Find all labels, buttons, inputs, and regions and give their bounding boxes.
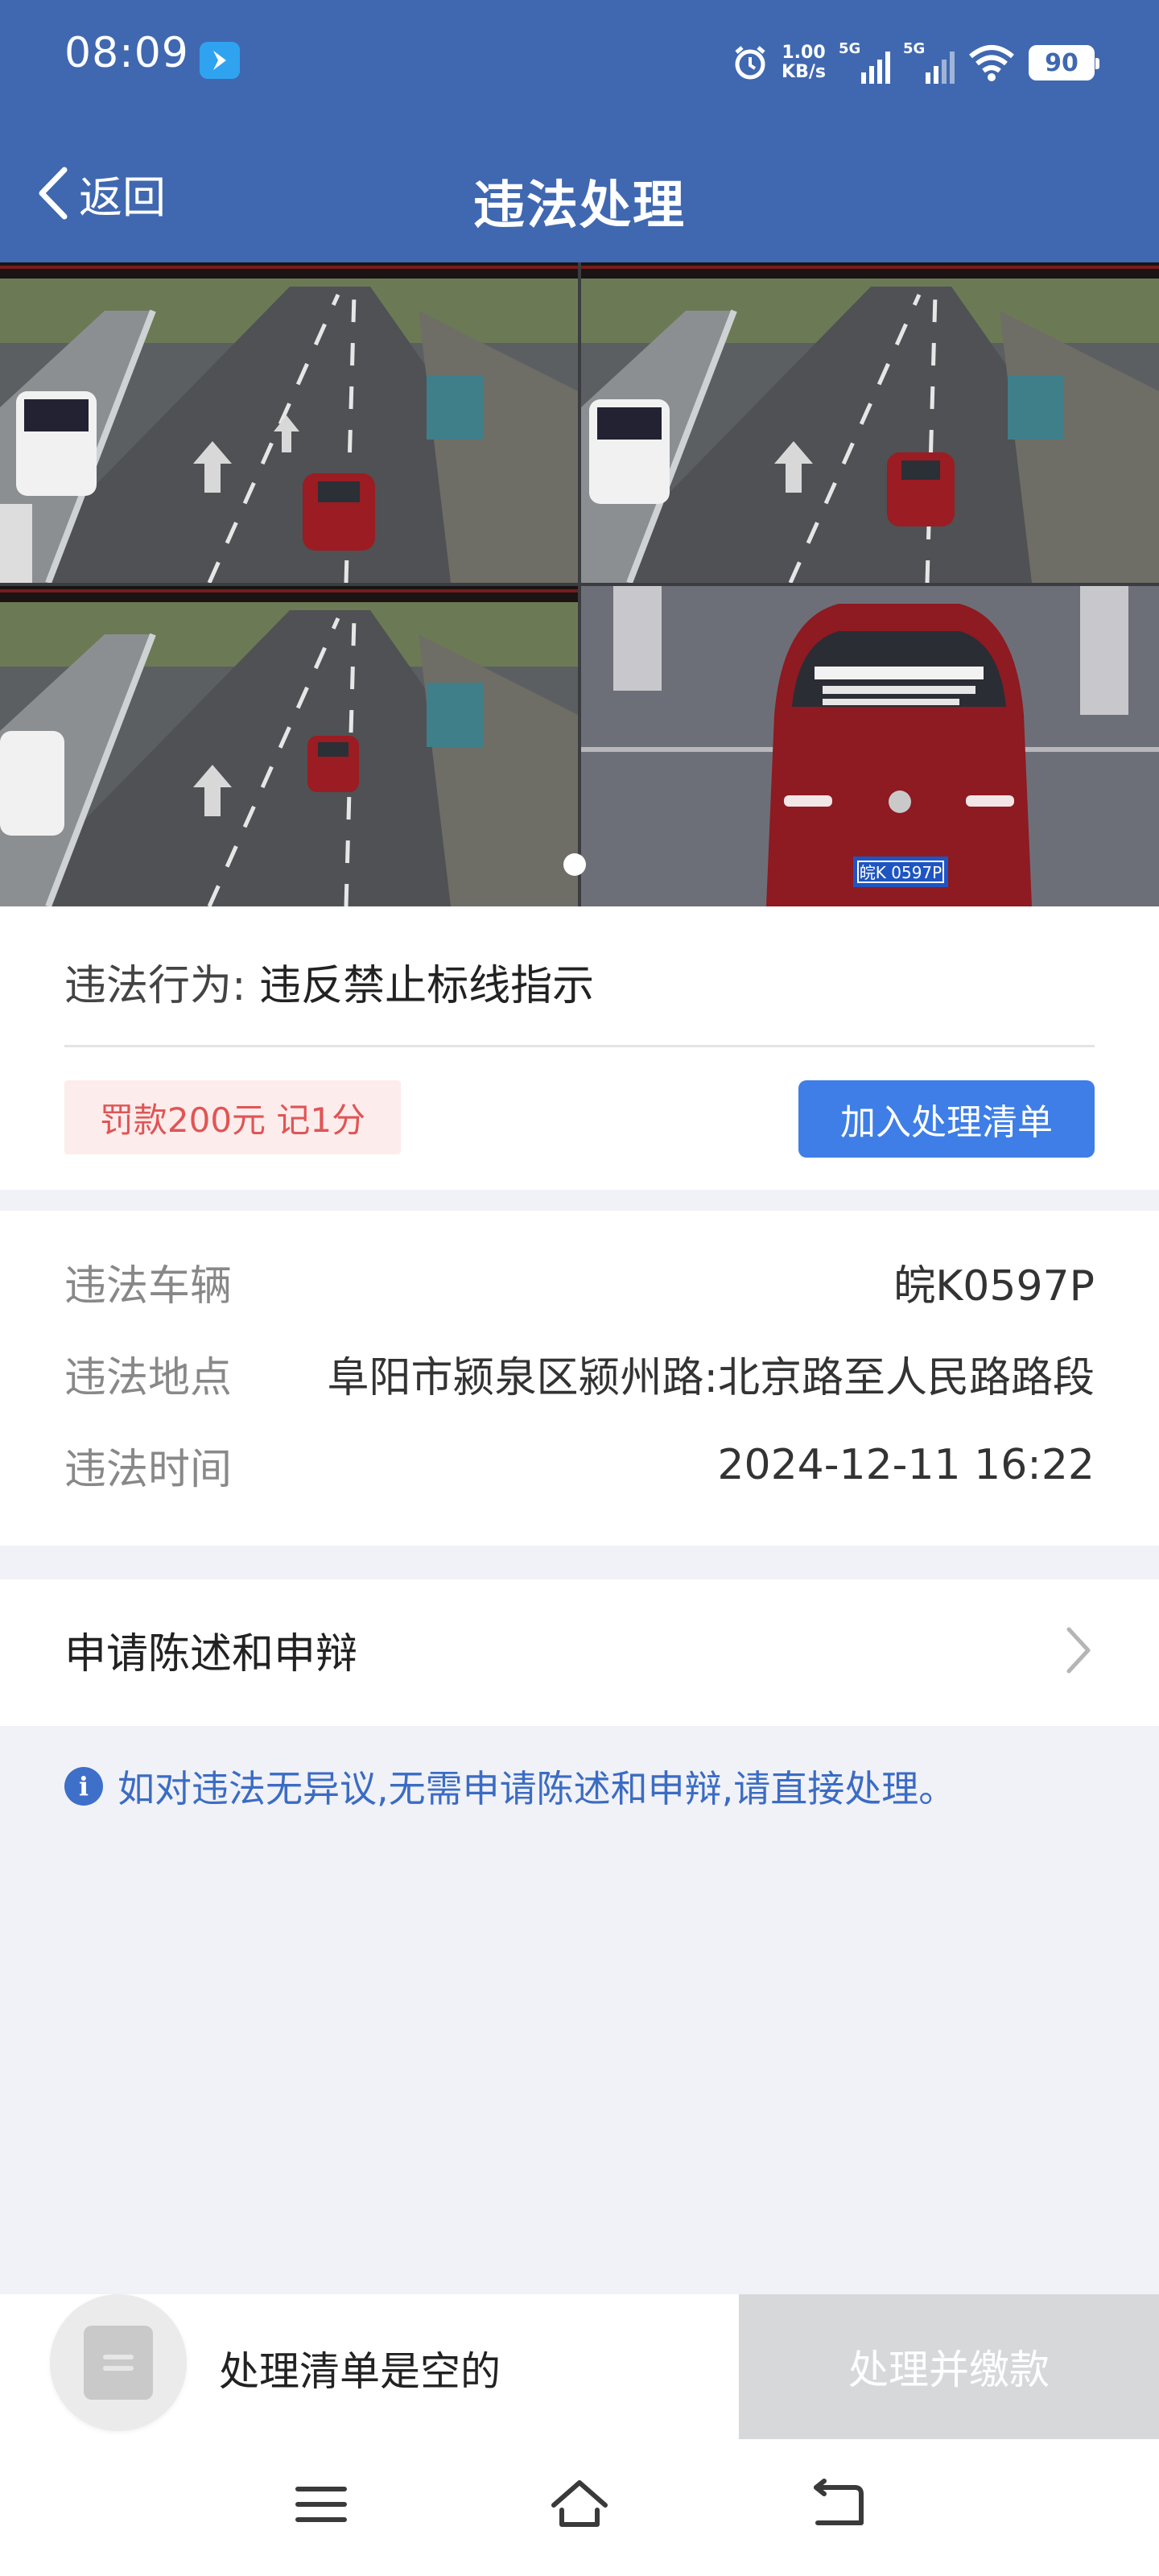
process-and-pay-button[interactable]: 处理并缴款 xyxy=(739,2294,1159,2439)
violation-details-card: 违法车辆 皖K0597P 违法地点 阜阳市颍泉区颍州路:北京路至人民路路段 违法… xyxy=(0,1211,1159,1546)
time-label: 违法时间 xyxy=(64,1445,233,1494)
info-text: 如对违法无异议,无需申请陈述和申辩,请直接处理。 xyxy=(118,1767,956,1810)
notification-app-icon xyxy=(200,42,240,79)
evidence-photo-3[interactable] xyxy=(0,586,578,906)
signal-sim1-icon: 5G xyxy=(839,40,890,85)
status-bar: 08:09 1.00 KB/s 5G 5G 90 xyxy=(0,0,1159,121)
violation-behavior-label: 违法行为: xyxy=(64,962,246,1010)
signal-sim2-icon: 5G xyxy=(903,40,955,85)
violation-summary-card: 违法行为: 违反禁止标线指示 罚款200元 记1分 加入处理清单 xyxy=(0,906,1159,1190)
nav-bar: 返回 违法处理 xyxy=(0,137,1159,250)
menu-icon[interactable] xyxy=(295,2478,348,2531)
evidence-photo-2[interactable] xyxy=(581,262,1159,583)
violation-behavior-value: 违反禁止标线指示 xyxy=(259,962,595,1010)
divider xyxy=(64,1045,1095,1047)
vehicle-label: 违法车辆 xyxy=(64,1261,233,1311)
back-nav-icon[interactable] xyxy=(810,2478,866,2531)
system-nav-bar xyxy=(0,2439,1159,2576)
location-label: 违法地点 xyxy=(64,1353,233,1402)
detail-row-location: 违法地点 阜阳市颍泉区颍州路:北京路至人民路路段 xyxy=(64,1341,1095,1406)
process-list-icon[interactable] xyxy=(50,2294,187,2431)
plate-caption: 皖K 0597P xyxy=(860,863,942,882)
appeal-row[interactable]: 申请陈述和申辩 xyxy=(0,1579,1159,1726)
vehicle-value: 皖K0597P xyxy=(893,1261,1095,1311)
time-value: 2024-12-11 16:22 xyxy=(717,1441,1095,1489)
battery-icon: 90 xyxy=(1029,45,1099,80)
net-speed: 1.00 KB/s xyxy=(782,43,826,82)
status-time: 08:09 xyxy=(64,29,189,77)
chevron-right-icon xyxy=(1066,1627,1091,1674)
detail-row-time: 违法时间 2024-12-11 16:22 xyxy=(64,1433,1095,1497)
add-to-list-button[interactable]: 加入处理清单 xyxy=(798,1080,1095,1158)
detail-row-vehicle: 违法车辆 皖K0597P xyxy=(64,1249,1095,1314)
home-icon[interactable] xyxy=(549,2478,610,2531)
penalty-badge: 罚款200元 记1分 xyxy=(64,1080,401,1154)
evidence-photo-closeup[interactable]: 皖K 0597P xyxy=(581,586,1159,906)
page-title: 违法处理 xyxy=(473,176,686,236)
wifi-icon xyxy=(969,45,1014,81)
app-header: 08:09 1.00 KB/s 5G 5G 90 返回 违法处理 xyxy=(0,0,1159,262)
appeal-label: 申请陈述和申辩 xyxy=(64,1630,358,1678)
evidence-photo-1[interactable] xyxy=(0,262,578,583)
carousel-indicator-dot[interactable] xyxy=(563,853,586,876)
bottom-action-bar: 处理清单是空的 处理并缴款 xyxy=(0,2294,1159,2439)
violation-photo-carousel[interactable]: 皖K 0597P xyxy=(0,262,1159,906)
info-tip: i 如对违法无异议,无需申请陈述和申辩,请直接处理。 xyxy=(64,1760,955,1813)
status-icons: 1.00 KB/s 5G 5G 90 xyxy=(732,39,1099,87)
violation-behavior: 违法行为: 违反禁止标线指示 xyxy=(64,952,594,1012)
alarm-icon xyxy=(735,46,765,80)
location-value: 阜阳市颍泉区颍州路:北京路至人民路路段 xyxy=(327,1353,1095,1402)
info-icon: i xyxy=(64,1767,103,1806)
process-list-empty-text: 处理清单是空的 xyxy=(219,2348,501,2395)
